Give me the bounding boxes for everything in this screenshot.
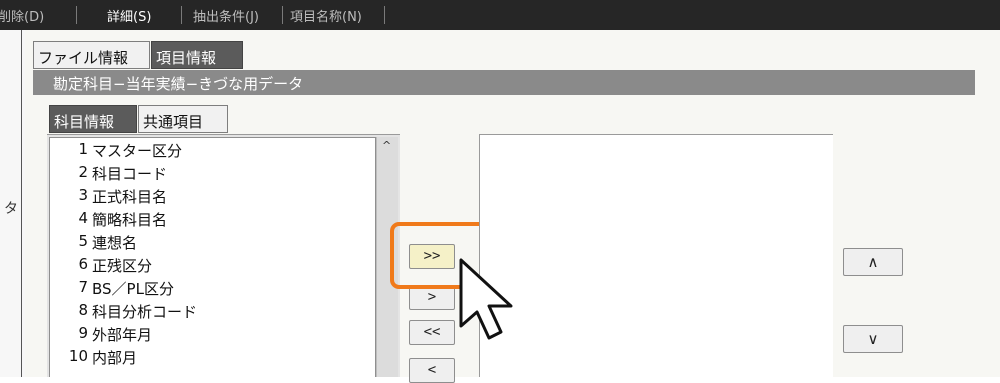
- list-item[interactable]: 3 正式科目名: [50, 186, 376, 206]
- list-item[interactable]: 5 連想名: [50, 232, 376, 252]
- remove-all-button[interactable]: <<: [409, 320, 455, 345]
- item-number: 10: [68, 347, 88, 365]
- item-number: 8: [78, 301, 88, 319]
- tab-common-items[interactable]: 共通項目: [138, 105, 228, 133]
- item-label: マスター区分: [92, 142, 183, 160]
- item-label: 正残区分: [92, 257, 153, 275]
- item-number: 3: [78, 186, 88, 204]
- menu-detail[interactable]: 詳細(S): [107, 6, 151, 25]
- item-number: 1: [78, 140, 88, 158]
- list-item[interactable]: 1 マスター区分: [50, 140, 376, 160]
- item-label: 科目分析コード: [92, 303, 198, 321]
- item-label: 内部月: [92, 349, 138, 367]
- item-number: 6: [78, 255, 88, 273]
- scroll-up-icon[interactable]: ^: [382, 139, 391, 152]
- tab-subject-info[interactable]: 科目情報: [49, 105, 137, 133]
- menu-extract-conditions[interactable]: 抽出条件(J): [193, 6, 259, 25]
- source-item-list[interactable]: 1 マスター区分 2 科目コード 3 正式科目名 4 簡略科目名 5 連想名 6…: [49, 137, 376, 377]
- item-label: 科目コード: [92, 165, 168, 183]
- side-label: タ: [4, 201, 18, 217]
- move-up-button[interactable]: ∧: [843, 248, 903, 276]
- item-label: 外部年月: [92, 326, 153, 344]
- menu-bar: 削除(D) 詳細(S) 抽出条件(J) 項目名称(N): [0, 0, 1000, 30]
- tab-file-info[interactable]: ファイル情報: [33, 41, 150, 69]
- menu-separator: [384, 6, 385, 24]
- panel-title: 勘定科目−当年実績−きづな用データ: [33, 70, 975, 95]
- list-item[interactable]: 2 科目コード: [50, 163, 376, 183]
- list-item[interactable]: 4 簡略科目名: [50, 209, 376, 229]
- item-label: 連想名: [92, 234, 138, 252]
- menu-delete[interactable]: 削除(D): [0, 6, 44, 25]
- list-item[interactable]: 10 内部月: [50, 347, 376, 367]
- left-side-band: タ: [0, 30, 25, 377]
- list-item[interactable]: 9 外部年月: [50, 324, 376, 344]
- divider: [21, 30, 22, 377]
- mouse-pointer-icon: [459, 258, 513, 340]
- menu-separator: [76, 6, 77, 24]
- list-item[interactable]: 7 BS／PL区分: [50, 278, 376, 298]
- move-down-button[interactable]: ∨: [843, 325, 903, 353]
- item-label: 簡略科目名: [92, 211, 168, 229]
- item-label: BS／PL区分: [92, 280, 174, 298]
- menu-separator: [181, 6, 182, 24]
- tab-item-info[interactable]: 項目情報: [151, 41, 243, 69]
- item-number: 4: [78, 209, 88, 227]
- item-number: 5: [78, 232, 88, 250]
- list-item[interactable]: 6 正残区分: [50, 255, 376, 275]
- remove-one-button[interactable]: <: [409, 358, 455, 383]
- menu-separator: [282, 6, 283, 24]
- item-number: 9: [78, 324, 88, 342]
- menu-item-name[interactable]: 項目名称(N): [290, 6, 362, 25]
- item-number: 7: [78, 278, 88, 296]
- item-number: 2: [78, 163, 88, 181]
- item-label: 正式科目名: [92, 188, 168, 206]
- list-item[interactable]: 8 科目分析コード: [50, 301, 376, 321]
